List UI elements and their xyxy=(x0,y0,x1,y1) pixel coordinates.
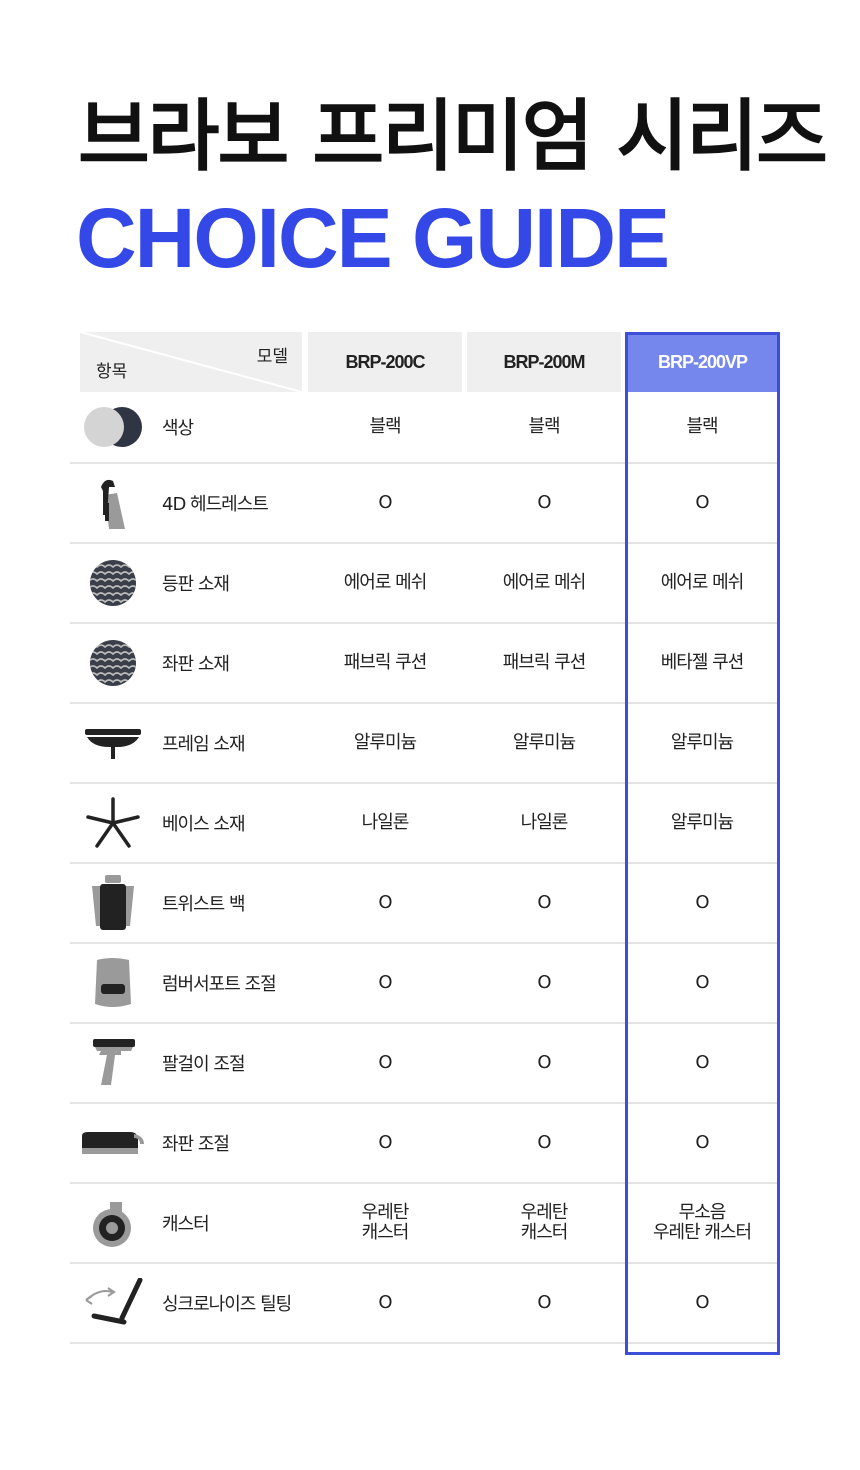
corner-item-label: 항목 xyxy=(96,362,128,382)
row-label: 4D 헤드레스트 xyxy=(162,494,269,515)
cell-value: O xyxy=(695,892,709,914)
choice-guide-table: 모델 항목 BRP-200C BRP-200M BRP-200VP 색상 블랙 … xyxy=(70,332,780,1344)
cell-value: 패브릭 쿠션 xyxy=(502,652,587,674)
mesh-pattern-icon xyxy=(80,635,146,691)
twist-back-icon xyxy=(80,875,146,931)
cell-value: O xyxy=(378,492,392,514)
frame-icon xyxy=(80,715,146,771)
model-header-brp-200vp: BRP-200VP xyxy=(627,332,778,392)
table-row: 트위스트 백 O O O xyxy=(70,864,780,944)
table-row: 팔걸이 조절 O O O xyxy=(70,1024,780,1104)
page-title: 브라보 프리미엄 시리즈 xyxy=(78,92,828,182)
cell-value: 에어로 메쉬 xyxy=(502,572,587,594)
cell-value: O xyxy=(537,972,551,994)
cell-value: 우레탄 캐스터 xyxy=(520,1202,569,1243)
cell-value: 에어로 메쉬 xyxy=(343,572,428,594)
row-label: 색상 xyxy=(162,418,194,439)
cell-value: O xyxy=(378,972,392,994)
table-row: 프레임 소재 알루미늄 알루미늄 알루미늄 xyxy=(70,704,780,784)
row-label: 좌판 조절 xyxy=(162,1134,230,1155)
page-subtitle: CHOICE GUIDE xyxy=(76,191,670,285)
cell-value: 무소음 우레탄 캐스터 xyxy=(652,1202,752,1243)
cell-value: O xyxy=(537,492,551,514)
cell-value: O xyxy=(378,1052,392,1074)
table-row: 등판 소재 에어로 메쉬 에어로 메쉬 에어로 메쉬 xyxy=(70,544,780,624)
table-row: 좌판 조절 O O O xyxy=(70,1104,780,1184)
row-label: 베이스 소재 xyxy=(162,814,246,835)
table-row: 좌판 소재 패브릭 쿠션 패브릭 쿠션 베타젤 쿠션 xyxy=(70,624,780,704)
row-label: 팔걸이 조절 xyxy=(162,1054,246,1075)
model-header-brp-200c: BRP-200C xyxy=(308,332,462,392)
cell-value: 알루미늄 xyxy=(670,812,734,834)
cell-value: O xyxy=(695,1292,709,1314)
cell-value: 알루미늄 xyxy=(512,732,576,754)
cell-value: O xyxy=(378,892,392,914)
table-row: 캐스터 우레탄 캐스터 우레탄 캐스터 무소음 우레탄 캐스터 xyxy=(70,1184,780,1264)
row-label: 트위스트 백 xyxy=(162,894,246,915)
cell-value: 에어로 메쉬 xyxy=(660,572,745,594)
table-row: 럼버서포트 조절 O O O xyxy=(70,944,780,1024)
row-label: 좌판 소재 xyxy=(162,654,230,675)
cell-value: 블랙 xyxy=(369,416,401,438)
row-label: 럼버서포트 조절 xyxy=(162,974,277,995)
cell-value: 블랙 xyxy=(528,416,560,438)
headrest-icon xyxy=(80,475,146,531)
row-label: 싱크로나이즈 틸팅 xyxy=(162,1294,292,1315)
model-header-brp-200m: BRP-200M xyxy=(467,332,621,392)
star-base-icon xyxy=(80,795,146,851)
mesh-pattern-icon xyxy=(80,555,146,611)
lumbar-support-icon xyxy=(80,955,146,1011)
cell-value: 베타젤 쿠션 xyxy=(660,652,745,674)
cell-value: O xyxy=(695,492,709,514)
row-label: 등판 소재 xyxy=(162,574,230,595)
cell-value: O xyxy=(537,1052,551,1074)
color-swatch-icon xyxy=(80,399,146,455)
cell-value: O xyxy=(378,1292,392,1314)
cell-value: O xyxy=(537,1132,551,1154)
cell-value: 나일론 xyxy=(361,812,410,834)
caster-icon xyxy=(80,1195,146,1251)
cell-value: O xyxy=(537,892,551,914)
cell-value: O xyxy=(378,1132,392,1154)
cell-value: 블랙 xyxy=(686,416,718,438)
cell-value: O xyxy=(695,972,709,994)
cell-value: 알루미늄 xyxy=(670,732,734,754)
table-row: 4D 헤드레스트 O O O xyxy=(70,464,780,544)
cell-value: O xyxy=(695,1052,709,1074)
cell-value: 우레탄 캐스터 xyxy=(361,1202,410,1243)
cell-value: 나일론 xyxy=(520,812,569,834)
corner-cell: 모델 항목 xyxy=(80,332,302,392)
armrest-icon xyxy=(80,1035,146,1091)
cell-value: O xyxy=(695,1132,709,1154)
tilt-icon xyxy=(80,1275,146,1331)
cell-value: 알루미늄 xyxy=(353,732,417,754)
cell-value: 패브릭 쿠션 xyxy=(343,652,428,674)
table-row: 베이스 소재 나일론 나일론 알루미늄 xyxy=(70,784,780,864)
table-row: 싱크로나이즈 틸팅 O O O xyxy=(70,1264,780,1344)
table-header: 모델 항목 BRP-200C BRP-200M BRP-200VP xyxy=(70,332,780,392)
row-label: 캐스터 xyxy=(162,1214,210,1235)
seat-slide-icon xyxy=(80,1115,146,1171)
corner-model-label: 모델 xyxy=(256,347,288,367)
cell-value: O xyxy=(537,1292,551,1314)
table-row: 색상 블랙 블랙 블랙 xyxy=(70,392,780,464)
row-label: 프레임 소재 xyxy=(162,734,246,755)
